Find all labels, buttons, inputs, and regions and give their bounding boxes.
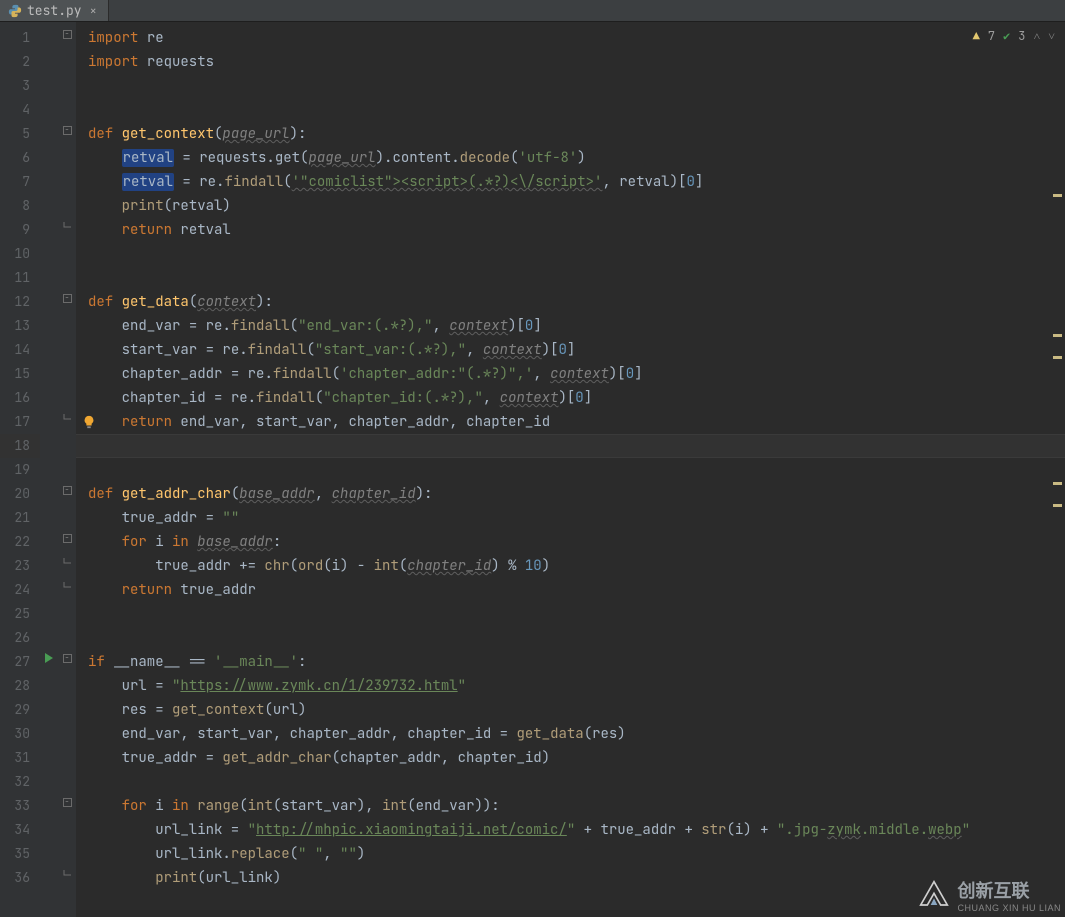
line-number: 35 bbox=[0, 842, 40, 866]
code-line[interactable]: chapter_addr = re.findall('chapter_addr:… bbox=[76, 362, 1065, 386]
code-line[interactable] bbox=[76, 98, 1065, 122]
python-file-icon bbox=[8, 4, 22, 18]
close-tab-icon[interactable]: × bbox=[87, 3, 100, 19]
code-line[interactable]: url = "https://www.zymk.cn/1/239732.html… bbox=[76, 674, 1065, 698]
line-number: 5 bbox=[0, 122, 40, 146]
line-number: 13 bbox=[0, 314, 40, 338]
line-number: 23 bbox=[0, 554, 40, 578]
code-line[interactable]: res = get_context(url) bbox=[76, 698, 1065, 722]
code-line[interactable]: url_link = "http://mhpic.xiaomingtaiji.n… bbox=[76, 818, 1065, 842]
code-line[interactable] bbox=[76, 242, 1065, 266]
fold-toggle-icon[interactable]: − bbox=[63, 654, 72, 663]
code-line[interactable]: chapter_id = re.findall("chapter_id:(.*?… bbox=[76, 386, 1065, 410]
code-line[interactable]: end_var = re.findall("end_var:(.*?),", c… bbox=[76, 314, 1065, 338]
line-number: 8 bbox=[0, 194, 40, 218]
code-line[interactable]: retval = requests.get(page_url).content.… bbox=[76, 146, 1065, 170]
fold-toggle-icon[interactable]: − bbox=[63, 126, 72, 135]
code-line[interactable]: url_link.replace(" ", "") bbox=[76, 842, 1065, 866]
code-line[interactable]: import re bbox=[76, 26, 1065, 50]
line-number: 7 bbox=[0, 170, 40, 194]
line-number: 21 bbox=[0, 506, 40, 530]
line-number: 17 bbox=[0, 410, 40, 434]
code-line[interactable] bbox=[76, 770, 1065, 794]
code-line[interactable]: retval = re.findall('"comiclist"><script… bbox=[76, 170, 1065, 194]
editor[interactable]: 1234567891011121314151617181920212223242… bbox=[0, 22, 1065, 917]
code-line[interactable]: for i in range(int(start_var), int(end_v… bbox=[76, 794, 1065, 818]
line-number: 26 bbox=[0, 626, 40, 650]
code-line[interactable]: if __name__ == '__main__': bbox=[76, 650, 1065, 674]
line-number-gutter: 1234567891011121314151617181920212223242… bbox=[0, 22, 40, 917]
code-line[interactable]: import requests bbox=[76, 50, 1065, 74]
line-number: 9 bbox=[0, 218, 40, 242]
code-area[interactable]: import reimport requests def get_context(… bbox=[76, 22, 1065, 917]
line-number: 14 bbox=[0, 338, 40, 362]
line-number: 10 bbox=[0, 242, 40, 266]
line-number: 15 bbox=[0, 362, 40, 386]
run-icon[interactable] bbox=[44, 653, 54, 663]
line-number: 24 bbox=[0, 578, 40, 602]
code-line[interactable]: def get_context(page_url): bbox=[76, 122, 1065, 146]
line-number: 19 bbox=[0, 458, 40, 482]
code-line[interactable]: return true_addr bbox=[76, 578, 1065, 602]
line-number: 33 bbox=[0, 794, 40, 818]
line-number: 2 bbox=[0, 50, 40, 74]
line-number: 6 bbox=[0, 146, 40, 170]
line-number: 29 bbox=[0, 698, 40, 722]
code-line[interactable] bbox=[76, 434, 1065, 458]
line-number: 34 bbox=[0, 818, 40, 842]
code-line[interactable]: end_var, start_var, chapter_addr, chapte… bbox=[76, 722, 1065, 746]
stripe-mark[interactable] bbox=[1053, 194, 1062, 197]
fold-toggle-icon[interactable]: − bbox=[63, 534, 72, 543]
line-number: 4 bbox=[0, 98, 40, 122]
code-line[interactable]: def get_addr_char(base_addr, chapter_id)… bbox=[76, 482, 1065, 506]
run-gutter bbox=[40, 22, 58, 917]
code-line[interactable]: return retval bbox=[76, 218, 1065, 242]
watermark-sub: CHUANG XIN HU LIAN bbox=[957, 903, 1061, 913]
watermark-brand: 创新互联 bbox=[957, 877, 1061, 903]
code-line[interactable]: true_addr = get_addr_char(chapter_addr, … bbox=[76, 746, 1065, 770]
line-number: 28 bbox=[0, 674, 40, 698]
watermark: 创新互联 CHUANG XIN HU LIAN bbox=[917, 877, 1061, 913]
fold-gutter: − − − − − − − bbox=[58, 22, 76, 917]
code-line[interactable]: def get_data(context): bbox=[76, 290, 1065, 314]
fold-toggle-icon[interactable]: − bbox=[63, 30, 72, 39]
code-line[interactable]: print(retval) bbox=[76, 194, 1065, 218]
code-line[interactable]: for i in base_addr: bbox=[76, 530, 1065, 554]
line-number: 16 bbox=[0, 386, 40, 410]
line-number: 20 bbox=[0, 482, 40, 506]
line-number: 1 bbox=[0, 26, 40, 50]
code-line[interactable] bbox=[76, 626, 1065, 650]
line-number: 18 bbox=[0, 434, 40, 458]
code-line[interactable] bbox=[76, 458, 1065, 482]
code-line[interactable]: start_var = re.findall("start_var:(.*?),… bbox=[76, 338, 1065, 362]
line-number: 11 bbox=[0, 266, 40, 290]
line-number: 25 bbox=[0, 602, 40, 626]
fold-toggle-icon[interactable]: − bbox=[63, 798, 72, 807]
code-line[interactable] bbox=[76, 74, 1065, 98]
line-number: 36 bbox=[0, 866, 40, 890]
fold-toggle-icon[interactable]: − bbox=[63, 486, 72, 495]
line-number: 27 bbox=[0, 650, 40, 674]
line-number: 32 bbox=[0, 770, 40, 794]
tab-bar: test.py × bbox=[0, 0, 1065, 22]
stripe-mark[interactable] bbox=[1053, 356, 1062, 359]
code-line[interactable]: return end_var, start_var, chapter_addr,… bbox=[76, 410, 1065, 434]
stripe-mark[interactable] bbox=[1053, 334, 1062, 337]
tab-filename: test.py bbox=[27, 2, 82, 19]
line-number: 22 bbox=[0, 530, 40, 554]
code-line[interactable]: true_addr = "" bbox=[76, 506, 1065, 530]
fold-toggle-icon[interactable]: − bbox=[63, 294, 72, 303]
line-number: 31 bbox=[0, 746, 40, 770]
error-stripe[interactable] bbox=[1051, 44, 1063, 917]
code-line[interactable] bbox=[76, 266, 1065, 290]
editor-tab[interactable]: test.py × bbox=[0, 0, 109, 21]
line-number: 3 bbox=[0, 74, 40, 98]
line-number: 12 bbox=[0, 290, 40, 314]
watermark-logo-icon bbox=[917, 880, 951, 910]
code-line[interactable]: true_addr += chr(ord(i) - int(chapter_id… bbox=[76, 554, 1065, 578]
stripe-mark[interactable] bbox=[1053, 482, 1062, 485]
stripe-mark[interactable] bbox=[1053, 504, 1062, 507]
line-number: 30 bbox=[0, 722, 40, 746]
code-line[interactable] bbox=[76, 602, 1065, 626]
